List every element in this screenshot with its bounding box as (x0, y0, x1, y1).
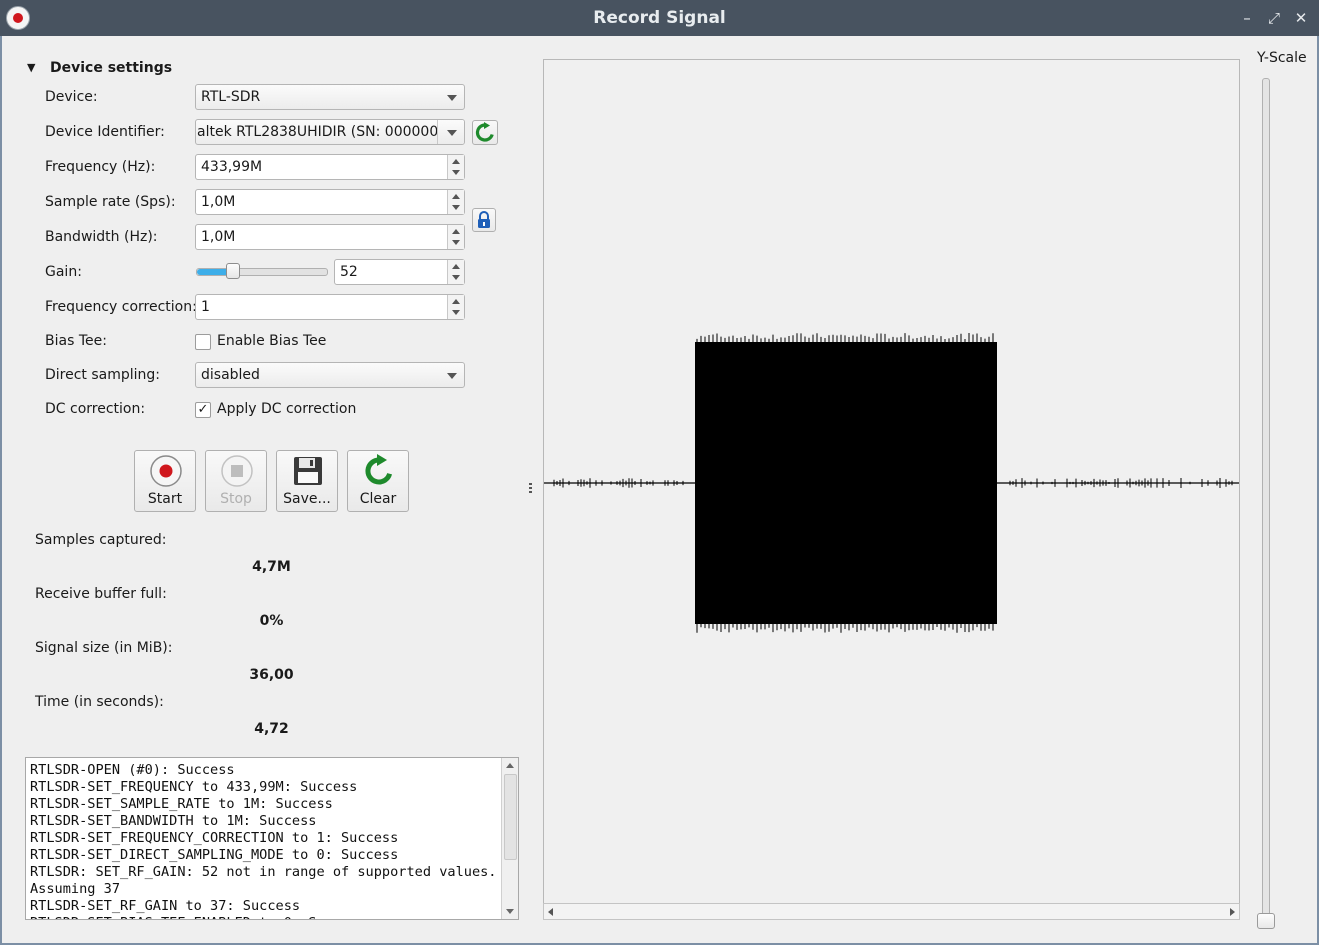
window-title: Record Signal (593, 8, 726, 28)
dc-correction-checkbox-label[interactable]: Apply DC correction (217, 401, 356, 417)
log-text: RTLSDR-OPEN (#0): Success RTLSDR-SET_FRE… (30, 762, 497, 919)
spin-buttons[interactable] (447, 295, 464, 319)
y-scale-slider[interactable] (1262, 78, 1270, 918)
dc-correction-checkbox[interactable]: ✓ (195, 402, 211, 418)
save-button[interactable]: Save... (276, 450, 338, 512)
start-button[interactable]: Start (134, 450, 196, 512)
chevron-down-icon (447, 130, 457, 136)
frequency-correction-value: 1 (201, 299, 210, 315)
scroll-up-icon[interactable] (506, 763, 514, 768)
window-frame-left (0, 36, 2, 945)
samples-captured-value: 4,7M (252, 559, 291, 575)
gain-spinbox[interactable]: 52 (334, 259, 465, 285)
bandwidth-spinbox[interactable]: 1,0M (195, 224, 465, 250)
lock-icon (478, 211, 490, 228)
frequency-label: Frequency (Hz): (45, 159, 156, 175)
bias-tee-checkbox[interactable] (195, 334, 211, 350)
time-label: Time (in seconds): (35, 694, 164, 710)
lock-bandwidth-button[interactable] (472, 208, 496, 232)
refresh-icon (475, 122, 494, 142)
refresh-icon (365, 454, 393, 485)
record-icon (150, 455, 182, 487)
gain-value: 52 (340, 264, 358, 280)
gain-label: Gain: (45, 264, 82, 280)
sample-rate-label: Sample rate (Sps): (45, 194, 176, 210)
spin-buttons[interactable] (447, 190, 464, 214)
direct-sampling-combo[interactable]: disabled (195, 362, 465, 388)
direct-sampling-label: Direct sampling: (45, 367, 161, 383)
dc-correction-label: DC correction: (45, 401, 146, 417)
clear-button[interactable]: Clear (347, 450, 409, 512)
start-button-label: Start (147, 491, 183, 507)
device-label: Device: (45, 89, 98, 105)
refresh-devices-button[interactable] (472, 120, 498, 145)
signal-waveform (544, 333, 1239, 633)
chevron-down-icon (447, 373, 457, 379)
stop-icon (221, 455, 253, 487)
frequency-spinbox[interactable]: 433,99M (195, 154, 465, 180)
sample-rate-spinbox[interactable]: 1,0M (195, 189, 465, 215)
collapse-triangle-icon[interactable]: ▼ (27, 61, 35, 74)
time-value: 4,72 (254, 721, 289, 737)
y-scale-label: Y-Scale (1257, 50, 1307, 66)
scroll-left-icon[interactable] (548, 908, 553, 916)
record-app-icon[interactable] (6, 6, 30, 30)
signal-size-label: Signal size (in MiB): (35, 640, 173, 656)
device-combo[interactable]: RTL-SDR (195, 84, 465, 110)
bias-tee-checkbox-label[interactable]: Enable Bias Tee (217, 333, 326, 349)
signal-burst (695, 342, 997, 624)
scroll-right-icon[interactable] (1230, 908, 1235, 916)
minimize-button[interactable]: – (1237, 8, 1257, 28)
scroll-down-icon[interactable] (506, 909, 514, 914)
stop-button[interactable]: Stop (205, 450, 267, 512)
device-identifier-label: Device Identifier: (45, 124, 165, 140)
receive-buffer-value: 0% (259, 613, 284, 629)
log-text-area[interactable]: RTLSDR-OPEN (#0): Success RTLSDR-SET_FRE… (25, 757, 519, 920)
graph-horizontal-scrollbar[interactable] (543, 903, 1240, 920)
log-scrollbar[interactable] (501, 758, 518, 919)
device-combo-value: RTL-SDR (201, 89, 261, 105)
stop-button-label: Stop (220, 491, 252, 507)
sample-rate-value: 1,0M (201, 194, 236, 210)
gain-slider[interactable] (196, 263, 328, 279)
save-button-label: Save... (283, 491, 331, 507)
bandwidth-value: 1,0M (201, 229, 236, 245)
signal-graph-view[interactable] (543, 59, 1240, 920)
frequency-value: 433,99M (201, 159, 263, 175)
bias-tee-label: Bias Tee: (45, 333, 107, 349)
maximize-button[interactable]: ⤢ (1264, 8, 1284, 28)
check-icon: ✓ (197, 402, 209, 417)
log-scroll-thumb[interactable] (504, 774, 517, 860)
device-identifier-value: altek RTL2838UHIDIR (SN: 00000001) (197, 124, 462, 140)
spin-buttons[interactable] (447, 260, 464, 284)
bandwidth-label: Bandwidth (Hz): (45, 229, 158, 245)
chevron-down-icon (447, 95, 457, 101)
device-settings-header[interactable]: Device settings (50, 60, 172, 76)
spin-buttons[interactable] (447, 155, 464, 179)
floppy-disk-icon (294, 457, 322, 485)
device-identifier-combo[interactable]: altek RTL2838UHIDIR (SN: 00000001) (195, 119, 465, 145)
close-button[interactable]: ✕ (1291, 8, 1311, 28)
clear-button-label: Clear (359, 491, 397, 507)
splitter-handle[interactable] (529, 483, 532, 495)
frequency-correction-spinbox[interactable]: 1 (195, 294, 465, 320)
direct-sampling-value: disabled (201, 367, 260, 383)
frequency-correction-label: Frequency correction: (45, 299, 197, 315)
spin-buttons[interactable] (447, 225, 464, 249)
samples-captured-label: Samples captured: (35, 532, 167, 548)
receive-buffer-label: Receive buffer full: (35, 586, 167, 602)
gain-slider-handle[interactable] (226, 263, 241, 279)
signal-size-value: 36,00 (249, 667, 294, 683)
y-scale-slider-handle[interactable] (1257, 913, 1275, 929)
